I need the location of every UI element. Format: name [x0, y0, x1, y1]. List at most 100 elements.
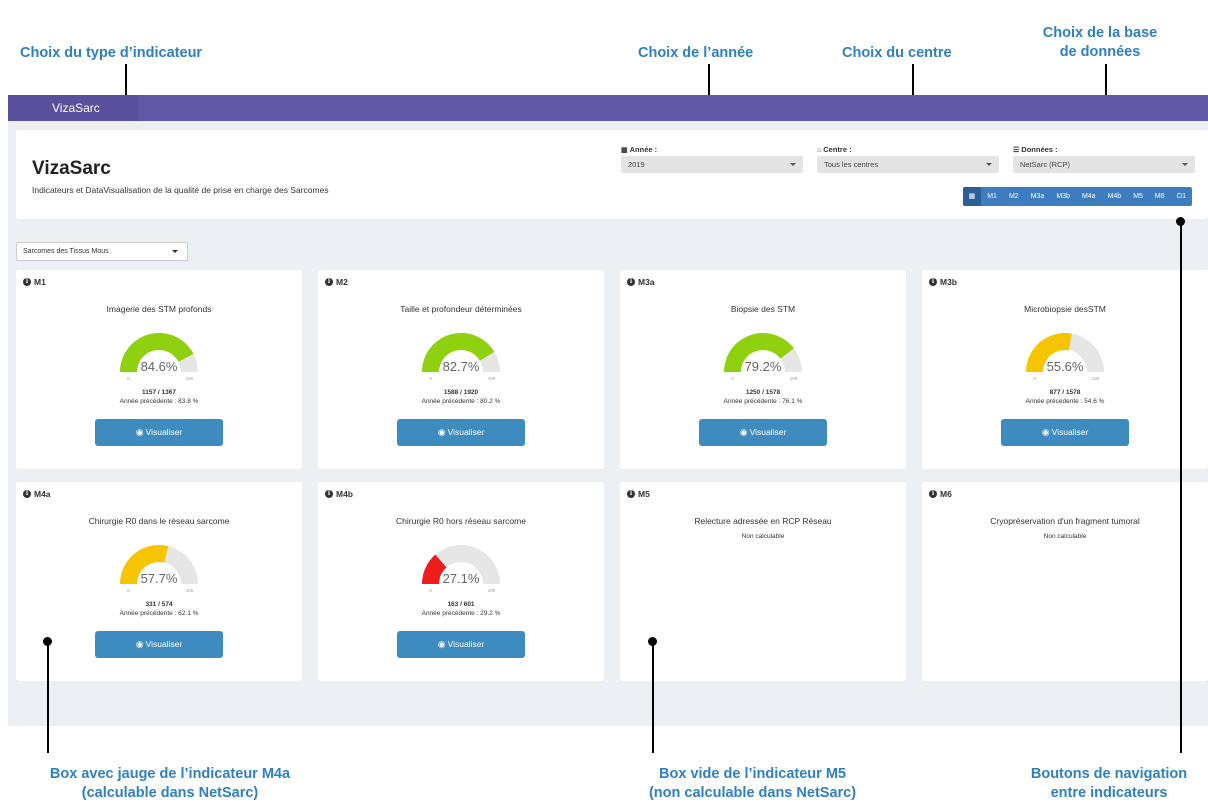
visualiser-button[interactable]: ◉ Visualiser: [95, 631, 223, 658]
gauge-min-label: 0: [127, 376, 130, 381]
filter-donnees-label: ☰ Données :: [1013, 144, 1195, 156]
eye-icon: ◉: [135, 639, 144, 649]
indicator-card-m1: i M1 Imagerie des STM profonds 84.6% 0 100 115…: [16, 270, 302, 469]
visualiser-button[interactable]: ◉ Visualiser: [95, 419, 223, 446]
visualiser-label: Visualiser: [145, 639, 183, 649]
annee-select-value: 2019: [628, 160, 645, 169]
card-previous-year: Année précédente : 62.1 %: [119, 610, 199, 617]
card-count: 1250 / 1578: [745, 389, 781, 396]
donnees-select-value: NetSarc (RCP): [1020, 160, 1071, 169]
app-body: VizaSarc Indicateurs et DataVisualisatio…: [8, 121, 1208, 726]
nav-button-m1[interactable]: M1: [981, 187, 1003, 206]
gauge-min-label: 0: [429, 376, 432, 381]
gauge-max-label: 100: [790, 376, 798, 381]
annee-select[interactable]: 2019: [621, 156, 803, 173]
gauge-value: 27.1%: [443, 571, 480, 586]
filter-centre: ⌂ Centre : Tous les centres: [817, 144, 999, 173]
card-count: 877 / 1578: [1049, 389, 1081, 396]
visualiser-label: Visualiser: [1051, 427, 1089, 437]
annotation-line: [47, 641, 49, 753]
annotation-line: [1180, 221, 1182, 753]
gauge-max-label: 100: [186, 376, 194, 381]
card-id: i M4b: [325, 489, 353, 499]
visualiser-label: Visualiser: [447, 427, 485, 437]
annotation-type-indicateur: Choix du type d’indicateur: [20, 45, 203, 61]
visualiser-button[interactable]: ◉ Visualiser: [1001, 419, 1129, 446]
eye-icon: ◉: [437, 427, 446, 437]
visualiser-button[interactable]: ◉ Visualiser: [397, 631, 525, 658]
info-icon[interactable]: i: [23, 490, 31, 498]
gauge: 79.2% 0 100: [724, 333, 802, 381]
card-title: Cryopréservation d'un fragment tumoral: [990, 516, 1140, 526]
card-title: Relecture adressée en RCP Réseau: [694, 516, 832, 526]
nav-button-m4a[interactable]: M4a: [1076, 187, 1102, 206]
card-id-text: M1: [34, 277, 46, 287]
nav-button-m3b[interactable]: M3b: [1050, 187, 1076, 206]
indicator-card-m2: i M2 Taille et profondeur déterminées 82.7%…: [318, 270, 604, 469]
card-id-text: M6: [940, 489, 952, 499]
card-id-text: M3b: [940, 277, 957, 287]
visualiser-label: Visualiser: [145, 427, 183, 437]
indicator-card-m4a: i M4a Chirurgie R0 dans le réseau sarcome 5…: [16, 482, 302, 681]
annotation-line: [652, 641, 654, 753]
info-icon[interactable]: i: [929, 278, 937, 286]
indicator-type-select-value: Sarcomes des Tissus Mous: [23, 248, 109, 255]
annotation-base: Choix de la base de données: [1030, 24, 1170, 62]
info-icon[interactable]: i: [627, 278, 635, 286]
grid-view-button[interactable]: ▦: [962, 187, 982, 206]
header-box: VizaSarc Indicateurs et DataVisualisatio…: [16, 130, 1208, 219]
info-icon[interactable]: i: [627, 490, 635, 498]
card-id-text: M4b: [336, 489, 353, 499]
nav-button-m2[interactable]: M2: [1003, 187, 1025, 206]
eye-icon: ◉: [1041, 427, 1050, 437]
annotation-box-m4a: Box avec jauge de l’indicateur M4a (calc…: [20, 765, 320, 803]
gauge-value: 57.7%: [141, 571, 178, 586]
navbar-brand[interactable]: VizaSarc: [8, 95, 138, 121]
filter-donnees-label-text: Données :: [1021, 145, 1058, 154]
page-subtitle: Indicateurs et DataVisualisation de la q…: [32, 185, 329, 195]
gauge-min-label: 0: [731, 376, 734, 381]
visualiser-button[interactable]: ◉ Visualiser: [699, 419, 827, 446]
info-icon[interactable]: i: [325, 278, 333, 286]
visualiser-button[interactable]: ◉ Visualiser: [397, 419, 525, 446]
card-title: Chirurgie R0 hors réseau sarcome: [396, 516, 526, 526]
nav-button-m5[interactable]: M5: [1127, 187, 1149, 206]
gauge-max-label: 100: [186, 588, 194, 593]
card-id-text: M5: [638, 489, 650, 499]
info-icon[interactable]: i: [325, 490, 333, 498]
nav-button-m3a[interactable]: M3a: [1025, 187, 1051, 206]
nav-button-m6[interactable]: M6: [1149, 187, 1171, 206]
visualiser-label: Visualiser: [447, 639, 485, 649]
card-count: 1588 / 1920: [443, 389, 479, 396]
card-id: i M5: [627, 489, 650, 499]
annotation-annee: Choix de l’année: [638, 45, 754, 61]
indicator-card-m6: i M6 Cryopréservation d'un fragment tumora…: [922, 482, 1208, 681]
donnees-select[interactable]: NetSarc (RCP): [1013, 156, 1195, 173]
annotation-base-line1: Choix de la base: [1042, 25, 1158, 41]
centre-select[interactable]: Tous les centres: [817, 156, 999, 173]
gauge: 84.6% 0 100: [120, 333, 198, 381]
filter-annee-label: ▦ Année :: [621, 144, 803, 156]
gauge: 55.6% 0 100: [1026, 333, 1104, 381]
caret-down-icon: [1182, 163, 1188, 166]
card-id-text: M2: [336, 277, 348, 287]
card-previous-year: Année précédente : 80.2 %: [421, 398, 501, 405]
card-previous-year: Année précédente : 83.8 %: [119, 398, 199, 405]
card-title: Taille et profondeur déterminées: [400, 304, 522, 314]
indicator-card-m4b: i M4b Chirurgie R0 hors réseau sarcome 27.1…: [318, 482, 604, 681]
info-icon[interactable]: i: [23, 278, 31, 286]
gauge-value: 55.6%: [1047, 359, 1084, 374]
gauge-min-label: 0: [1033, 376, 1036, 381]
annotation-box-m4a-line1: Box avec jauge de l’indicateur M4a: [49, 766, 291, 782]
calendar-icon: ▦: [621, 147, 628, 154]
grid-icon: ▦: [968, 193, 976, 200]
indicator-nav-buttons: ▦ M1 M2 M3a M3b M4a M4b M5 M6 O1: [962, 187, 1192, 206]
info-icon[interactable]: i: [929, 490, 937, 498]
annotation-nav-line2: entre indicateurs: [1050, 785, 1168, 801]
nav-button-o1[interactable]: O1: [1171, 187, 1192, 206]
card-id: i M4a: [23, 489, 51, 499]
card-count: 331 / 574: [145, 601, 173, 608]
nav-button-m4b[interactable]: M4b: [1102, 187, 1128, 206]
gauge-max-label: 100: [488, 376, 496, 381]
indicator-type-select[interactable]: Sarcomes des Tissus Mous: [16, 242, 188, 261]
